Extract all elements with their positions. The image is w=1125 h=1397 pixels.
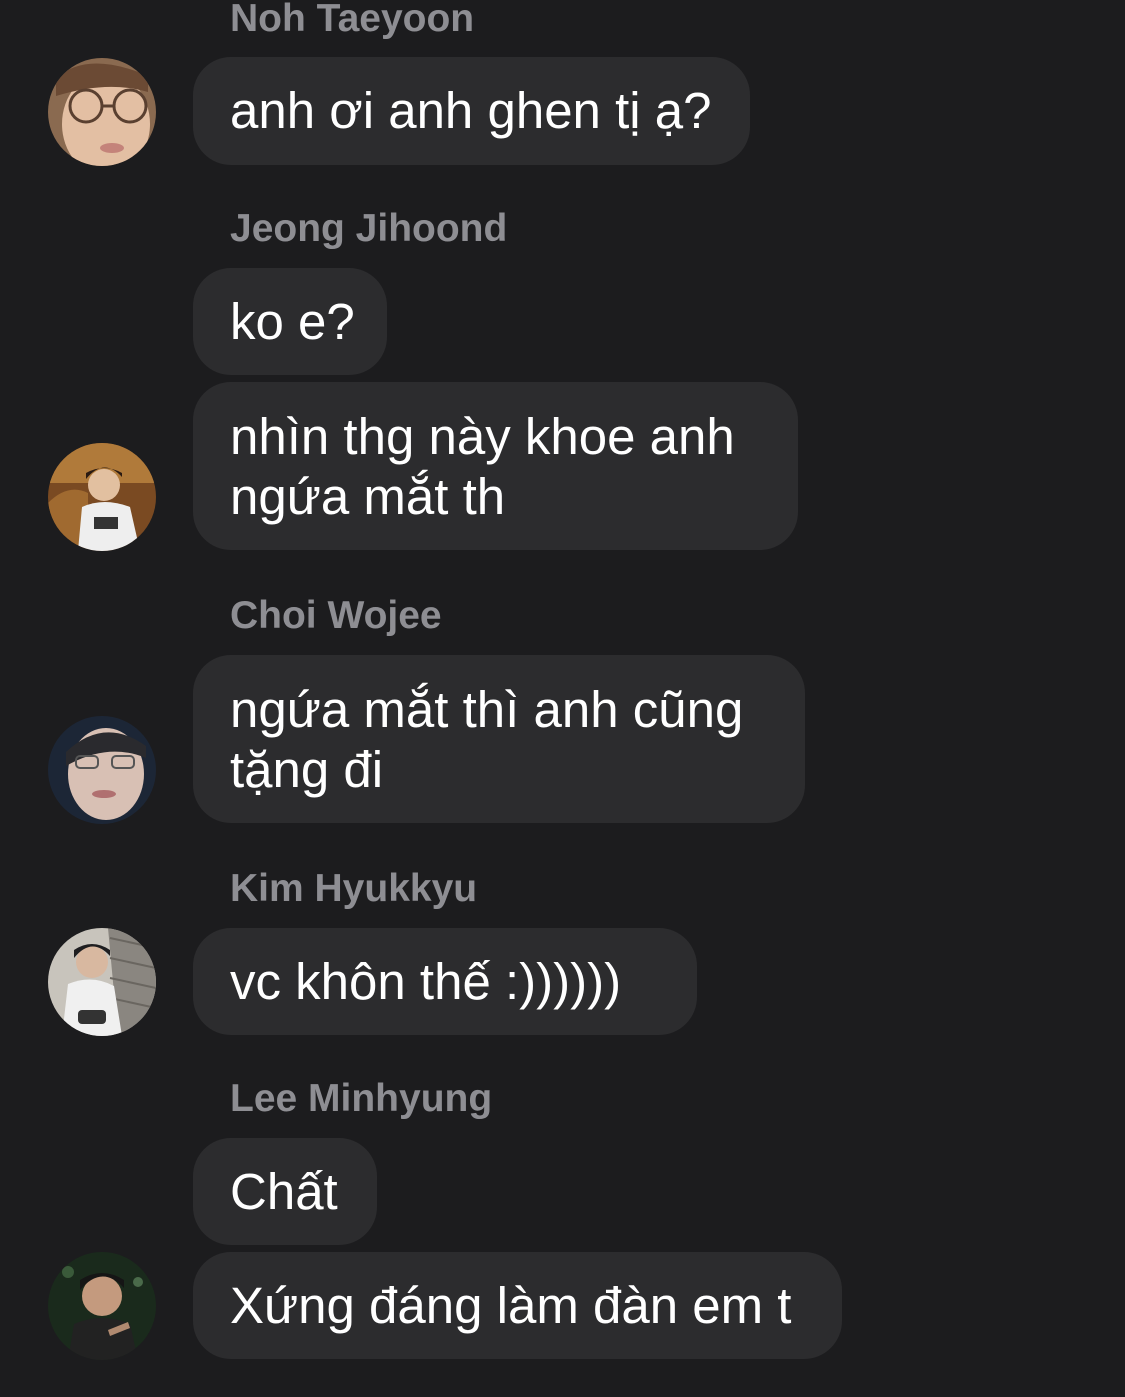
message-text: ko e? xyxy=(230,292,355,350)
message-text: Xứng đáng làm đàn em t xyxy=(230,1276,792,1334)
sender-name: Kim Hyukkyu xyxy=(230,867,478,910)
profile-photo-icon xyxy=(48,58,156,166)
message-bubble[interactable]: ko e? xyxy=(193,268,387,375)
message-text-line: ngứa mắt thì anh cũng xyxy=(230,681,744,738)
profile-photo-icon xyxy=(48,928,156,1036)
message-bubble[interactable]: vc khôn thế :)))))) xyxy=(193,928,697,1035)
message-text: anh ơi anh ghen tị ạ? xyxy=(230,82,712,139)
message-text: vc khôn thế :)))))) xyxy=(230,952,622,1010)
message-bubble[interactable]: anh ơi anh ghen tị ạ? xyxy=(193,57,750,165)
message-text-line: ngứa mắt th xyxy=(230,468,506,525)
sender-name: Choi Wojee xyxy=(230,594,442,637)
message-text-line: tặng đi xyxy=(230,741,384,798)
profile-photo-icon xyxy=(48,1252,156,1360)
sender-name: Jeong Jihoond xyxy=(230,207,508,250)
profile-photo-icon xyxy=(48,443,156,551)
message-bubble[interactable]: Xứng đáng làm đàn em t xyxy=(193,1252,842,1359)
avatar-choi-wojee[interactable] xyxy=(48,716,156,824)
avatar-jeong-jihoond[interactable] xyxy=(48,443,156,551)
avatar-noh-taeyoon[interactable] xyxy=(48,58,156,166)
message-bubble[interactable]: Chất xyxy=(193,1138,377,1245)
avatar-lee-minhyung[interactable] xyxy=(48,1252,156,1360)
sender-name: Noh Taeyoon xyxy=(230,0,475,40)
message-text: Chất xyxy=(230,1162,338,1220)
sender-name: Lee Minhyung xyxy=(230,1077,493,1120)
profile-photo-icon xyxy=(48,716,156,824)
message-bubble[interactable]: nhìn thg này khoe anh ngứa mắt th xyxy=(193,382,798,550)
message-text-line: nhìn thg này khoe anh xyxy=(230,408,735,465)
message-bubble[interactable]: ngứa mắt thì anh cũng tặng đi xyxy=(193,655,805,823)
avatar-kim-hyukkyu[interactable] xyxy=(48,928,156,1036)
